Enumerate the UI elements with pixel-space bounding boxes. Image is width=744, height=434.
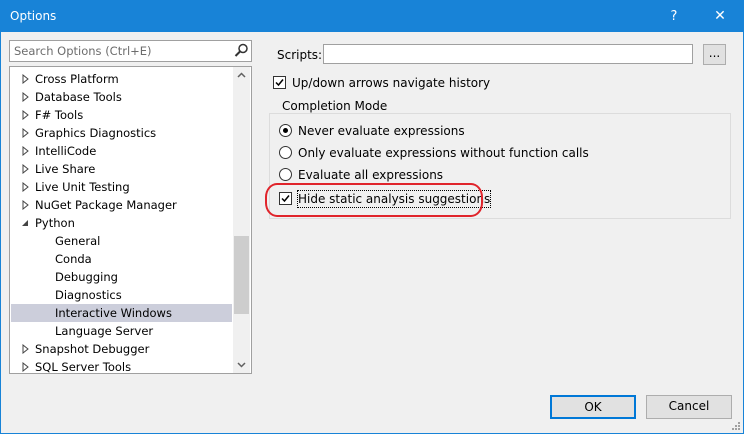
tree-item[interactable]: Database Tools (11, 88, 232, 106)
close-icon: ✕ (714, 8, 726, 24)
browse-button[interactable]: ... (703, 44, 726, 65)
tree-item-label: Live Unit Testing (35, 180, 130, 194)
tree-item-label: Debugging (55, 270, 118, 284)
collapsed-triangle-icon[interactable] (20, 74, 30, 84)
tree-item-label: Live Share (35, 162, 96, 176)
search-icon[interactable] (234, 43, 249, 58)
collapsed-triangle-icon[interactable] (20, 182, 30, 192)
tree-item-label: Diagnostics (55, 288, 122, 302)
resize-grip-icon[interactable] (731, 421, 741, 431)
tree-item[interactable]: Language Server (11, 322, 232, 340)
radio-evaluate-all-label: Evaluate all expressions (298, 168, 444, 182)
tree-item[interactable]: Snapshot Debugger (11, 340, 232, 358)
collapsed-triangle-icon[interactable] (20, 164, 30, 174)
tree-item[interactable]: Debugging (11, 268, 232, 286)
completion-mode-title: Completion Mode (279, 99, 391, 113)
window-title: Options (10, 9, 57, 23)
tree-item[interactable]: NuGet Package Manager (11, 196, 232, 214)
tree-item[interactable]: Diagnostics (11, 286, 232, 304)
scripts-input[interactable] (323, 44, 693, 64)
tree-item-label: Graphics Diagnostics (35, 126, 157, 140)
tree-scrollbar[interactable] (233, 67, 250, 373)
tree-item-label: Database Tools (35, 90, 122, 104)
options-tree: Cross Platform Database Tools F# Tools Grap… (9, 66, 252, 374)
radio-button[interactable] (279, 124, 292, 137)
collapsed-triangle-icon[interactable] (20, 146, 30, 156)
tree-item[interactable]: F# Tools (11, 106, 232, 124)
tree-item-label: NuGet Package Manager (35, 198, 177, 212)
tree-item[interactable]: Conda (11, 250, 232, 268)
tree-item-label: Conda (55, 252, 92, 266)
radio-no-function-calls-label: Only evaluate expressions without functi… (298, 146, 589, 160)
tree-item[interactable]: Live Share (11, 160, 232, 178)
updown-history-label: Up/down arrows navigate history (292, 76, 491, 90)
tree-item-label: IntelliCode (35, 144, 97, 158)
tree-item[interactable]: Interactive Windows (11, 304, 232, 322)
scripts-label: Scripts: (277, 48, 323, 62)
options-dialog: Options ? ✕ Cross Platform Database Tools… (0, 0, 744, 434)
collapsed-triangle-icon[interactable] (20, 92, 30, 102)
expanded-triangle-icon[interactable] (20, 218, 30, 228)
collapsed-triangle-icon[interactable] (20, 344, 30, 354)
checkmark-icon (275, 79, 284, 87)
radio-button[interactable] (279, 146, 292, 159)
search-box (9, 40, 252, 62)
tree-item[interactable]: Graphics Diagnostics (11, 124, 232, 142)
collapsed-triangle-icon[interactable] (20, 362, 30, 372)
tree-item[interactable]: Live Unit Testing (11, 178, 232, 196)
tree-item-label: General (55, 234, 101, 248)
help-button[interactable]: ? (651, 1, 697, 32)
checkbox-box[interactable] (273, 76, 286, 89)
ok-button[interactable]: OK (550, 395, 636, 419)
collapsed-triangle-icon[interactable] (20, 110, 30, 120)
tree-item[interactable]: SQL Server Tools (11, 358, 232, 374)
radio-button[interactable] (279, 168, 292, 181)
radio-selected-dot (283, 128, 288, 133)
tree-item[interactable]: General (11, 232, 232, 250)
scroll-up-icon[interactable] (233, 67, 250, 84)
title-bar[interactable]: Options ? ✕ (1, 1, 743, 32)
tree-item-label: Cross Platform (35, 72, 119, 86)
tree-item[interactable]: IntelliCode (11, 142, 232, 160)
tree-item-label: Snapshot Debugger (35, 342, 150, 356)
tree-item-label: Interactive Windows (55, 306, 172, 320)
highlight-annotation-ring (265, 183, 483, 217)
tree-item[interactable]: Python (11, 214, 232, 232)
close-button[interactable]: ✕ (697, 1, 743, 32)
tree-item[interactable]: Cross Platform (11, 70, 232, 88)
search-input[interactable] (10, 41, 224, 61)
tree-item-label: SQL Server Tools (35, 360, 132, 374)
radio-never-evaluate-label: Never evaluate expressions (298, 124, 465, 138)
tree-item-label: Python (35, 216, 75, 230)
scroll-thumb[interactable] (234, 236, 249, 314)
scroll-down-icon[interactable] (233, 356, 250, 373)
tree-item-label: Language Server (55, 324, 154, 338)
collapsed-triangle-icon[interactable] (20, 128, 30, 138)
tree-item-label: F# Tools (35, 108, 84, 122)
collapsed-triangle-icon[interactable] (20, 200, 30, 210)
cancel-button[interactable]: Cancel (646, 395, 732, 419)
